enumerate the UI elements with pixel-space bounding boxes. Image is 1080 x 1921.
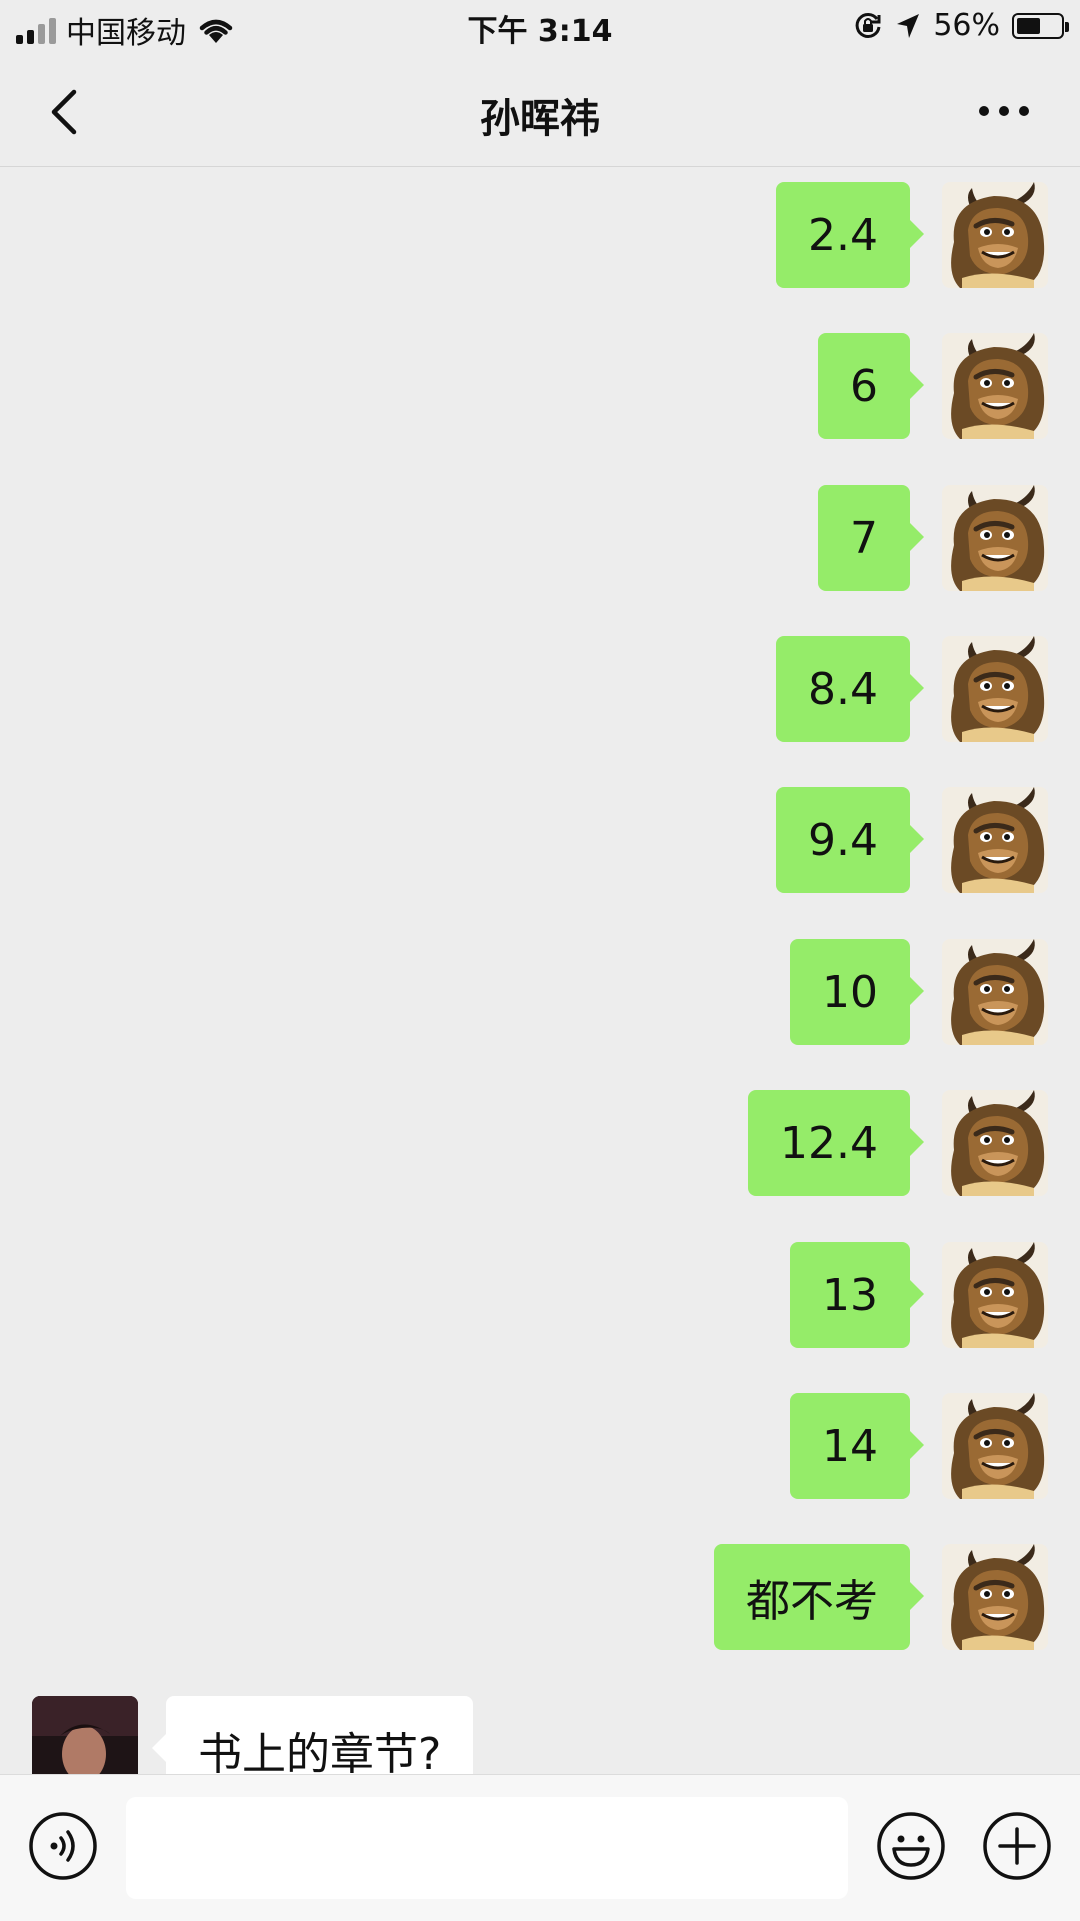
more-dots-icon[interactable] (964, 86, 1044, 136)
status-right: 56% (853, 8, 1069, 43)
message-row: 6 (818, 333, 1048, 439)
message-row: 14 (790, 1393, 1048, 1499)
message-bubble[interactable]: 12.4 (748, 1090, 924, 1196)
message-bubble[interactable]: 2.4 (776, 182, 924, 288)
message-bubble[interactable]: 6 (818, 333, 924, 439)
message-input[interactable] (126, 1797, 848, 1899)
battery-percent: 56% (933, 8, 1000, 43)
message-bubble[interactable]: 10 (790, 939, 924, 1045)
beast-avatar[interactable] (942, 485, 1048, 591)
message-bubble[interactable]: 14 (790, 1393, 924, 1499)
emoji-icon[interactable] (876, 1811, 946, 1881)
battery-fill (1017, 17, 1040, 34)
message-row: 9.4 (776, 787, 1048, 893)
beast-avatar[interactable] (942, 787, 1048, 893)
nav-bar: 孙晖祎 (0, 56, 1080, 167)
beast-avatar[interactable] (942, 182, 1048, 288)
beast-avatar[interactable] (942, 636, 1048, 742)
message-bubble[interactable]: 都不考 (714, 1544, 924, 1650)
message-bubble-received[interactable]: 书上的章节? (151, 1696, 474, 1774)
beast-avatar[interactable] (942, 1393, 1048, 1499)
orientation-lock-icon (855, 12, 881, 38)
beast-avatar[interactable] (942, 1090, 1048, 1196)
chat-area[interactable]: 2.4 6 7 8.4 9.4 10 12.4 13 14 都不考 书上的章节? (0, 167, 1080, 1774)
message-row-received: 书上的章节? (32, 1696, 474, 1774)
beast-avatar[interactable] (942, 1242, 1048, 1348)
location-arrow-icon (897, 13, 920, 38)
plus-icon[interactable] (982, 1811, 1052, 1881)
message-row: 13 (790, 1242, 1048, 1348)
contact-avatar[interactable] (32, 1696, 138, 1774)
message-row: 8.4 (776, 636, 1048, 742)
status-bar: 中国移动 下午 3:14 56% (0, 0, 1080, 56)
message-bubble[interactable]: 8.4 (776, 636, 924, 742)
message-row: 12.4 (748, 1090, 1048, 1196)
message-bubble[interactable]: 9.4 (776, 787, 924, 893)
message-row: 都不考 (714, 1544, 1048, 1650)
message-bubble[interactable]: 13 (790, 1242, 924, 1348)
input-bar (0, 1774, 1080, 1921)
beast-avatar[interactable] (942, 939, 1048, 1045)
message-row: 10 (790, 939, 1048, 1045)
message-bubble[interactable]: 7 (818, 485, 924, 591)
beast-avatar[interactable] (942, 1544, 1048, 1650)
battery-icon (1012, 12, 1069, 39)
message-row: 7 (818, 485, 1048, 591)
voice-icon[interactable] (28, 1811, 98, 1881)
beast-avatar[interactable] (942, 333, 1048, 439)
message-row: 2.4 (776, 182, 1048, 288)
chat-title: 孙晖祎 (480, 96, 600, 142)
